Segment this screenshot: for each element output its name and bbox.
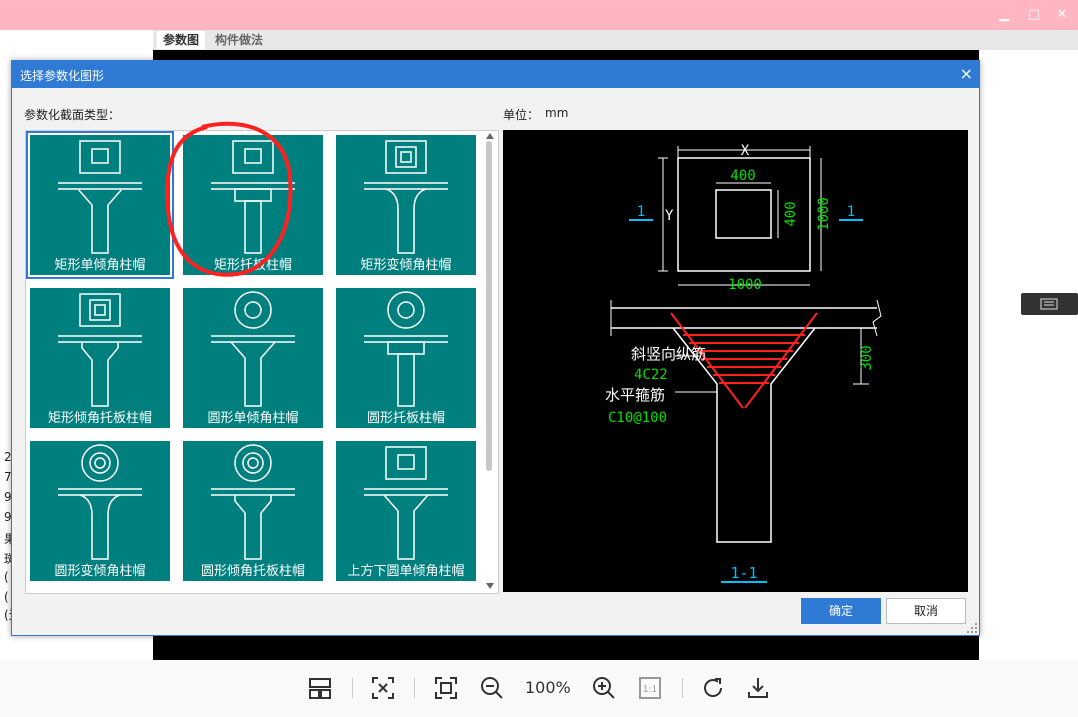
minimize-button[interactable]: ▁ [996, 7, 1012, 23]
layout-icon[interactable] [308, 676, 332, 700]
shape-label: 矩形单倾角柱帽 [54, 258, 146, 273]
maximize-button[interactable]: □ [1026, 7, 1042, 23]
shape-label: 圆形单倾角柱帽 [207, 411, 299, 426]
red-circle-annotation [165, 121, 293, 277]
ok-button[interactable]: 确定 [801, 598, 881, 624]
zoom-out-icon[interactable] [480, 676, 504, 700]
preview-canvas: X Y 400 400 1000 1000 1 1 300 斜竖向纵筋 4C22… [503, 130, 968, 592]
close-window-button[interactable]: ✕ [1054, 7, 1070, 23]
bg-cell: ( [4, 590, 9, 604]
shape-cell-circle-variable-slope[interactable]: 圆形变倾角柱帽 [30, 441, 170, 581]
shape-cell-rect-single-slope[interactable]: 矩形单倾角柱帽 [26, 131, 174, 279]
zoom-in-icon[interactable] [592, 676, 616, 700]
shape-cell-rect-variable-slope[interactable]: 矩形变倾角柱帽 [336, 135, 476, 275]
section-mark-left: 1 [637, 204, 645, 220]
grid-scrollbar-thumb[interactable] [486, 141, 492, 471]
shape-label: 上方下圆单倾角柱帽 [347, 564, 465, 579]
dim-outer-h: 1000 [816, 197, 832, 231]
fullscreen-icon[interactable] [434, 676, 458, 700]
rotate-icon[interactable] [701, 676, 725, 700]
rebar-spec-longitudinal: 4C22 [634, 367, 668, 383]
tab-param-diagram[interactable]: 参数图 [157, 31, 206, 49]
dim-inner-h: 400 [783, 201, 799, 226]
rebar-spec-stirrup: C10@100 [608, 410, 667, 426]
dialog-title: 选择参数化图形 [20, 69, 105, 83]
section-mark-right: 1 [847, 204, 855, 220]
window-titlebar: ▁ □ ✕ [0, 0, 1078, 30]
section-title: 1-1 [730, 564, 757, 582]
section-type-label: 参数化截面类型： [24, 108, 121, 122]
plan-inner [715, 189, 772, 239]
shape-cell-circle-plate[interactable]: 圆形托板柱帽 [336, 288, 476, 428]
shape-label: 矩形倾角托板柱帽 [47, 411, 152, 426]
fit-icon[interactable] [371, 676, 395, 700]
dialog-titlebar: 选择参数化图形 × [12, 61, 979, 88]
unit-value: mm [545, 106, 569, 120]
scroll-down-icon[interactable] [486, 583, 494, 589]
dim-inner-w: 400 [730, 168, 755, 184]
svg-text:1:1: 1:1 [643, 685, 657, 695]
select-parametric-shape-dialog: 选择参数化图形 × 参数化截面类型： 单位： mm 矩形单倾角柱帽 矩形托板柱帽 [11, 60, 980, 636]
rebar-label-stirrup: 水平箍筋 [605, 386, 665, 404]
download-icon[interactable] [746, 676, 770, 700]
shape-label: 圆形变倾角柱帽 [54, 564, 146, 579]
unit-label: 单位： [503, 108, 540, 122]
shape-cell-circle-slope-plate[interactable]: 圆形倾角托板柱帽 [183, 441, 323, 581]
background-right-area [979, 50, 1078, 660]
resize-grip-icon[interactable] [967, 623, 977, 633]
shape-cell-square-top-round-bottom[interactable]: 上方下圆单倾角柱帽 [336, 441, 476, 581]
scroll-up-icon[interactable] [486, 133, 494, 139]
cancel-button[interactable]: 取消 [886, 598, 966, 624]
shape-cell-rect-slope-plate[interactable]: 矩形倾角托板柱帽 [30, 288, 170, 428]
toolbar-separator [352, 678, 353, 698]
dim-x: X [741, 143, 750, 159]
shape-cell-circle-single-slope[interactable]: 圆形单倾角柱帽 [183, 288, 323, 428]
tab-component-method[interactable]: 构件做法 [209, 31, 269, 49]
shape-label: 圆形托板柱帽 [366, 411, 445, 426]
dim-y: Y [665, 208, 674, 224]
background-tabbar: 参数图 构件做法 [153, 30, 1078, 50]
depth-dim: 300 [859, 345, 875, 370]
toolbar-separator [414, 678, 415, 698]
toolbar-separator [682, 678, 683, 698]
shape-label: 矩形变倾角柱帽 [360, 258, 452, 273]
keyboard-icon[interactable] [1021, 293, 1078, 315]
bg-cell: ( [4, 570, 9, 584]
dialog-close-button[interactable]: × [960, 64, 973, 84]
zoom-level: 100% [525, 678, 571, 697]
actual-size-icon[interactable]: 1:1 [638, 676, 662, 700]
shape-label: 圆形倾角托板柱帽 [200, 564, 305, 579]
dim-outer-w: 1000 [728, 277, 762, 293]
rebar-label-longitudinal: 斜竖向纵筋 [631, 345, 706, 363]
